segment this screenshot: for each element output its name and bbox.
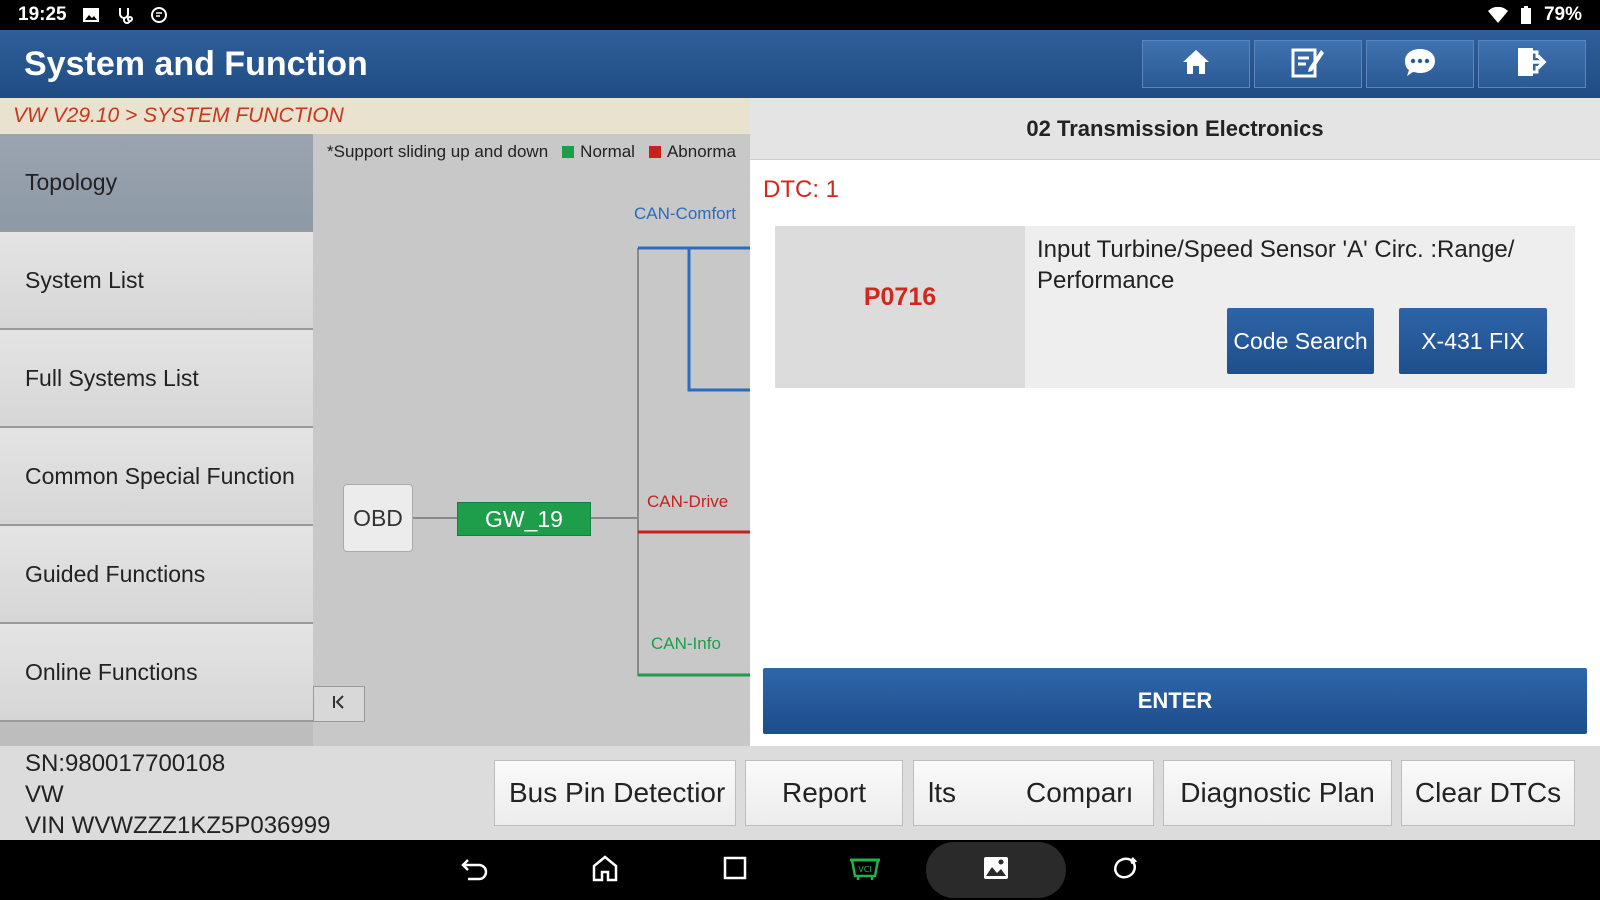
can-comfort-branch — [687, 248, 750, 392]
dtc-count: DTC: 1 — [763, 176, 840, 203]
code-search-button[interactable]: Code Search — [1227, 308, 1374, 374]
recents-button[interactable] — [715, 852, 755, 888]
page-title: System and Function — [24, 44, 368, 83]
enter-button[interactable]: ENTER — [763, 668, 1587, 734]
can-comfort-label: CAN-Comfort — [634, 204, 737, 223]
collapse-button[interactable] — [313, 686, 365, 722]
breadcrumb: VW V29.10 > SYSTEM FUNCTION — [0, 98, 750, 134]
app-header: System and Function — [0, 30, 1600, 98]
report-button[interactable]: Report — [745, 760, 903, 826]
bus-pin-detection-button[interactable]: Bus Pin Detectior — [494, 760, 736, 826]
sync-button[interactable] — [1105, 852, 1145, 888]
back-button[interactable] — [455, 852, 495, 888]
gateway-node[interactable]: GW_19 — [457, 502, 591, 536]
button-label: Comparı — [1026, 777, 1134, 808]
battery-level: 79% — [1543, 4, 1582, 25]
vci-connector-icon: VCI — [848, 854, 882, 887]
button-label: Report — [781, 777, 867, 808]
menu-item-label: System List — [25, 266, 144, 293]
button-label: Diagnostic Plan — [1180, 777, 1375, 808]
vehicle-vin: VIN WVWZZZ1KZ5P036999 — [25, 812, 331, 839]
topology-view[interactable]: *Support sliding up and down Normal Abno… — [313, 134, 750, 746]
clear-dtcs-button[interactable]: Clear DTCs — [1401, 760, 1575, 826]
gallery-icon — [982, 854, 1010, 887]
menu-item-system-list[interactable]: System List — [0, 232, 313, 330]
exit-button[interactable] — [1478, 40, 1586, 88]
serial-number: SN:980017700108 — [25, 750, 226, 777]
button-label-partial: lts — [928, 777, 956, 808]
image-notification-icon — [81, 5, 101, 25]
recents-icon — [722, 855, 748, 886]
menu-item-topology[interactable]: Topology — [0, 134, 313, 232]
vehicle-make: VW — [25, 781, 64, 808]
dtc-code: P0716 — [775, 226, 1025, 388]
topology-lines — [413, 246, 750, 677]
dtc-row: P0716 Input Turbine/Speed Sensor 'A' Cir… — [775, 226, 1575, 388]
stethoscope-icon — [115, 5, 135, 25]
can-info-label: CAN-Info — [651, 634, 721, 653]
edit-button[interactable] — [1254, 40, 1362, 88]
vehicle-info: SN:980017700108 VW VIN WVWZZZ1KZ5P036999 — [25, 748, 330, 841]
diagnostic-plan-button[interactable]: Diagnostic Plan — [1163, 760, 1392, 826]
home-button[interactable] — [1142, 40, 1250, 88]
sync-icon — [1110, 853, 1140, 888]
function-menu: Topology System List Full Systems List C… — [0, 134, 313, 746]
status-time: 19:25 — [18, 4, 67, 25]
exit-icon — [1515, 46, 1549, 83]
chat-icon — [1403, 46, 1437, 83]
battery-icon — [1516, 5, 1536, 25]
vci-button[interactable]: VCI — [845, 852, 885, 888]
dtc-panel: 02 Transmission Electronics DTC: 1 P0716… — [750, 98, 1600, 746]
menu-item-label: Common Special Function — [25, 462, 295, 489]
button-label: Bus Pin Detectior — [509, 777, 726, 808]
button-label: Clear DTCs — [1414, 777, 1562, 808]
menu-item-label: Full Systems List — [25, 364, 199, 391]
collapse-left-icon — [331, 694, 347, 715]
chat-button[interactable] — [1366, 40, 1474, 88]
results-compare-button[interactable]: lts Comparı — [913, 760, 1154, 826]
back-icon — [460, 854, 490, 887]
dtc-description: Input Turbine/Speed Sensor 'A' Circ. :Ra… — [1037, 236, 1515, 294]
x431-fix-button[interactable]: X-431 FIX — [1399, 308, 1547, 374]
home-nav-button[interactable] — [585, 852, 625, 888]
dtc-description-cell: Input Turbine/Speed Sensor 'A' Circ. :Ra… — [1025, 226, 1575, 388]
can-drive-label: CAN-Drive — [647, 492, 729, 511]
svg-text:VCI: VCI — [858, 865, 871, 874]
menu-item-guided-functions[interactable]: Guided Functions — [0, 526, 313, 624]
obd-node[interactable]: OBD — [343, 484, 413, 552]
menu-item-full-systems-list[interactable]: Full Systems List — [0, 330, 313, 428]
navigation-bar: VCI — [0, 840, 1600, 900]
status-bar: 19:25 79% — [0, 0, 1600, 30]
message-notification-icon — [149, 5, 169, 25]
menu-item-label: Guided Functions — [25, 560, 206, 587]
menu-item-label: Topology — [25, 168, 118, 195]
edit-icon — [1291, 46, 1325, 83]
menu-item-common-special-function[interactable]: Common Special Function — [0, 428, 313, 526]
menu-item-label: Online Functions — [25, 658, 198, 685]
home-icon — [1181, 48, 1211, 81]
home-nav-icon — [590, 854, 620, 887]
wifi-icon — [1487, 5, 1508, 25]
panel-title: 02 Transmission Electronics — [750, 98, 1600, 160]
bottom-toolbar: SN:980017700108 VW VIN WVWZZZ1KZ5P036999… — [0, 746, 1600, 840]
menu-item-online-functions[interactable]: Online Functions — [0, 624, 313, 722]
gallery-button[interactable] — [976, 852, 1016, 888]
